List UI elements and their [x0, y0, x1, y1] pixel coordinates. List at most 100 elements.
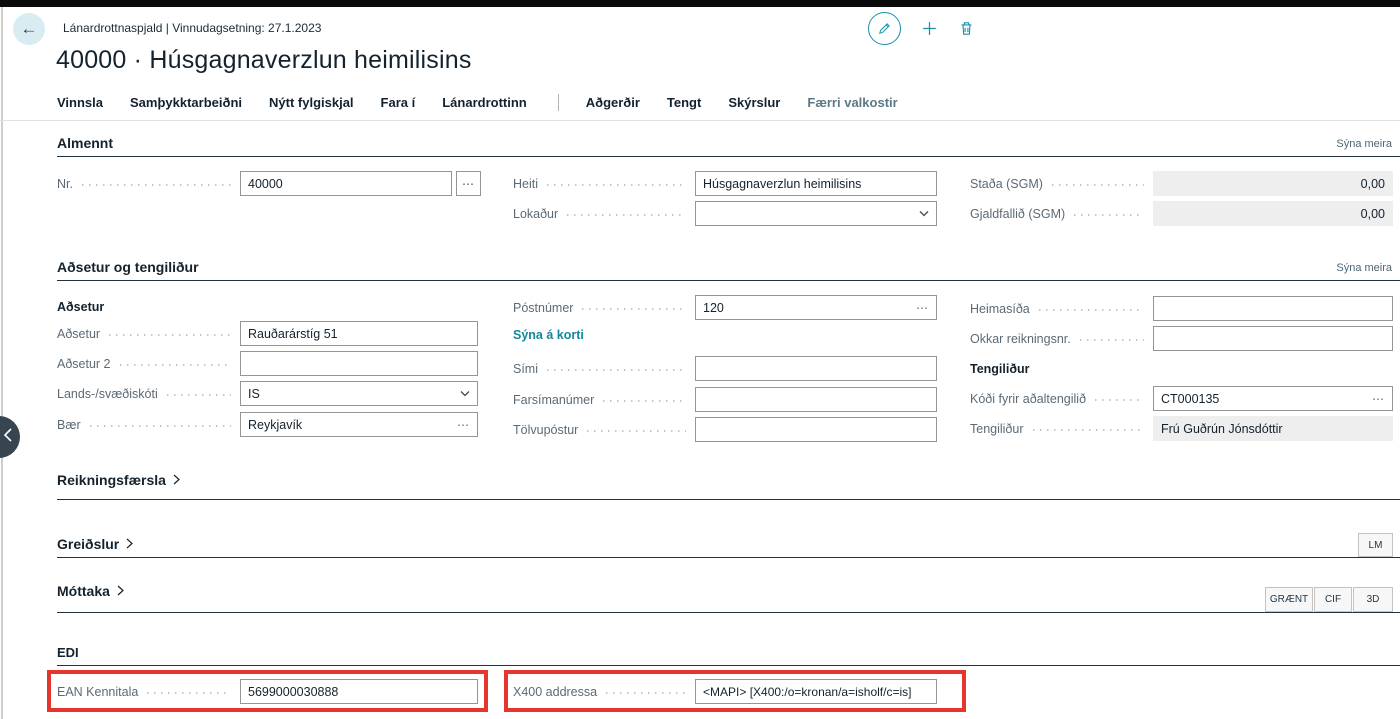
field-postnumer: Póstnúmer 120 ⋯ — [513, 295, 937, 320]
field-adsetur2: Aðsetur 2 — [57, 351, 478, 376]
kodi-adaltengilid-input[interactable]: CT000135 ⋯ — [1153, 386, 1393, 411]
ellipsis-assist-icon[interactable]: ⋯ — [910, 301, 929, 315]
adsetur-input[interactable]: Rauðarárstíg 51 — [240, 321, 478, 346]
menu-fara-i[interactable]: Fara í — [381, 95, 416, 110]
lokadur-label: Lokaður — [513, 207, 558, 221]
landskodi-label: Lands-/svæðiskóti — [57, 387, 158, 401]
nr-assist-button[interactable]: ⋯ — [456, 171, 481, 196]
delete-button[interactable] — [958, 20, 975, 37]
heiti-label: Heiti — [513, 177, 538, 191]
field-farsimanumer: Farsímanúmer — [513, 387, 937, 412]
field-tolvupostur: Tölvupóstur — [513, 417, 937, 442]
mottaka-badge-3d[interactable]: 3D — [1353, 587, 1393, 612]
section-divider — [57, 612, 1400, 613]
back-button[interactable]: ← — [13, 13, 45, 45]
ean-kennitala-label: EAN Kennitala — [57, 685, 138, 699]
collapse-pane-button[interactable] — [0, 416, 20, 458]
heimasida-label: Heimasíða — [970, 302, 1030, 316]
baer-input[interactable]: Reykjavík ⋯ — [240, 412, 478, 437]
adsetur-label: Aðsetur — [57, 327, 100, 341]
command-bar-divider — [0, 120, 1400, 121]
menu-lanardrottinn[interactable]: Lánardrottinn — [442, 95, 527, 110]
nr-label: Nr. — [57, 177, 73, 191]
okkar-reikningsnr-label: Okkar reikningsnr. — [970, 332, 1071, 346]
dotted-leader — [567, 214, 686, 216]
nr-input[interactable]: 40000 — [240, 171, 452, 196]
mottaka-badge-cif[interactable]: CIF — [1314, 587, 1352, 612]
ean-kennitala-input[interactable]: 5699000030888 — [240, 679, 478, 704]
menu-tengt[interactable]: Tengt — [667, 95, 701, 110]
ellipsis-assist-icon[interactable]: ⋯ — [451, 418, 470, 432]
postnumer-label: Póstnúmer — [513, 301, 573, 315]
mottaka-badge-graent[interactable]: GRÆNT — [1265, 587, 1313, 612]
section-edi-heading[interactable]: EDI — [57, 645, 79, 660]
ellipsis-assist-icon[interactable]: ⋯ — [1366, 392, 1385, 406]
arrow-left-icon: ← — [21, 19, 38, 39]
simi-label: Sími — [513, 362, 538, 376]
gjaldfallid-label: Gjaldfallið (SGM) — [970, 207, 1065, 221]
field-landskodi: Lands-/svæðiskóti IS — [57, 381, 478, 406]
adsetur-show-more-link[interactable]: Sýna meira — [1336, 262, 1392, 274]
simi-input[interactable] — [695, 356, 937, 381]
section-divider — [57, 156, 1400, 157]
chevron-down-icon — [913, 210, 929, 217]
menu-skyrslur[interactable]: Skýrslur — [728, 95, 780, 110]
menu-nytt-fylgiskjal[interactable]: Nýtt fylgiskjal — [269, 95, 354, 110]
menu-adgerdir[interactable]: Aðgerðir — [586, 95, 640, 110]
section-divider — [57, 499, 1400, 500]
greidslur-badge-lm[interactable]: LM — [1358, 533, 1393, 557]
tolvupostur-label: Tölvupóstur — [513, 423, 578, 437]
tengilidur-label: Tengiliður — [970, 422, 1024, 436]
stada-label: Staða (SGM) — [970, 177, 1043, 191]
tengilidur-value[interactable]: Frú Guðrún Jónsdóttir — [1153, 416, 1393, 441]
section-mottaka-toggle[interactable]: Móttaka — [57, 583, 124, 599]
contact-group-label: Tengiliður — [970, 356, 1030, 381]
menu-sampykktarbeidni[interactable]: Samþykktarbeiðni — [130, 95, 242, 110]
heimasida-input[interactable] — [1153, 296, 1393, 321]
dotted-leader — [547, 184, 686, 186]
section-greidslur-toggle[interactable]: Greiðslur — [57, 536, 133, 552]
field-simi: Sími — [513, 356, 937, 381]
landskodi-select[interactable]: IS — [240, 381, 478, 406]
farsimanumer-input[interactable] — [695, 387, 937, 412]
x400-addressa-input[interactable]: <MAPI> [X400:/o=kronan/a=isholf/c=is] — [695, 679, 937, 704]
heiti-input[interactable]: Húsgagnaverzlun heimilisins — [695, 171, 937, 196]
menu-divider — [558, 94, 559, 111]
menu-vinnsla[interactable]: Vinnsla — [57, 95, 103, 110]
section-almennt-heading[interactable]: Almennt — [57, 135, 113, 151]
tolvupostur-input[interactable] — [695, 417, 937, 442]
field-gjaldfallid-sgm: Gjaldfallið (SGM) 0,00 — [970, 201, 1393, 226]
section-adsetur-heading[interactable]: Aðsetur og tengiliður — [57, 259, 199, 275]
stada-value[interactable]: 0,00 — [1153, 171, 1393, 196]
menu-faerri-valkostir[interactable]: Færri valkostir — [807, 95, 897, 110]
lokadur-select[interactable] — [695, 201, 937, 226]
section-divider — [57, 665, 1400, 666]
dotted-leader — [120, 364, 231, 366]
okkar-reikningsnr-input[interactable] — [1153, 326, 1393, 351]
show-on-map-link[interactable]: Sýna á korti — [513, 328, 584, 342]
dotted-leader — [1052, 184, 1144, 186]
gjaldfallid-value[interactable]: 0,00 — [1153, 201, 1393, 226]
greidslur-heading: Greiðslur — [57, 536, 119, 552]
edit-button[interactable] — [868, 12, 901, 45]
almennt-show-more-link[interactable]: Sýna meira — [1336, 138, 1392, 150]
plus-icon — [920, 19, 939, 38]
section-divider — [57, 557, 1400, 558]
section-divider — [57, 280, 1400, 281]
dotted-leader — [1095, 399, 1144, 401]
new-button[interactable] — [920, 19, 939, 38]
mottaka-heading: Móttaka — [57, 583, 110, 599]
field-ean-kennitala: EAN Kennitala 5699000030888 — [57, 679, 478, 704]
postnumer-input[interactable]: 120 ⋯ — [695, 295, 937, 320]
dotted-leader — [1039, 309, 1144, 311]
reikningsfaersla-heading: Reikningsfærsla — [57, 472, 166, 488]
field-baer: Bær Reykjavík ⋯ — [57, 412, 478, 437]
section-reikningsfaersla-toggle[interactable]: Reikningsfærsla — [57, 472, 180, 488]
dotted-leader — [90, 425, 231, 427]
baer-label: Bær — [57, 418, 81, 432]
adsetur2-input[interactable] — [240, 351, 478, 376]
dotted-leader — [582, 308, 686, 310]
chevron-right-icon — [173, 472, 180, 488]
field-lokadur: Lokaður — [513, 201, 937, 226]
field-heiti: Heiti Húsgagnaverzlun heimilisins — [513, 171, 937, 196]
